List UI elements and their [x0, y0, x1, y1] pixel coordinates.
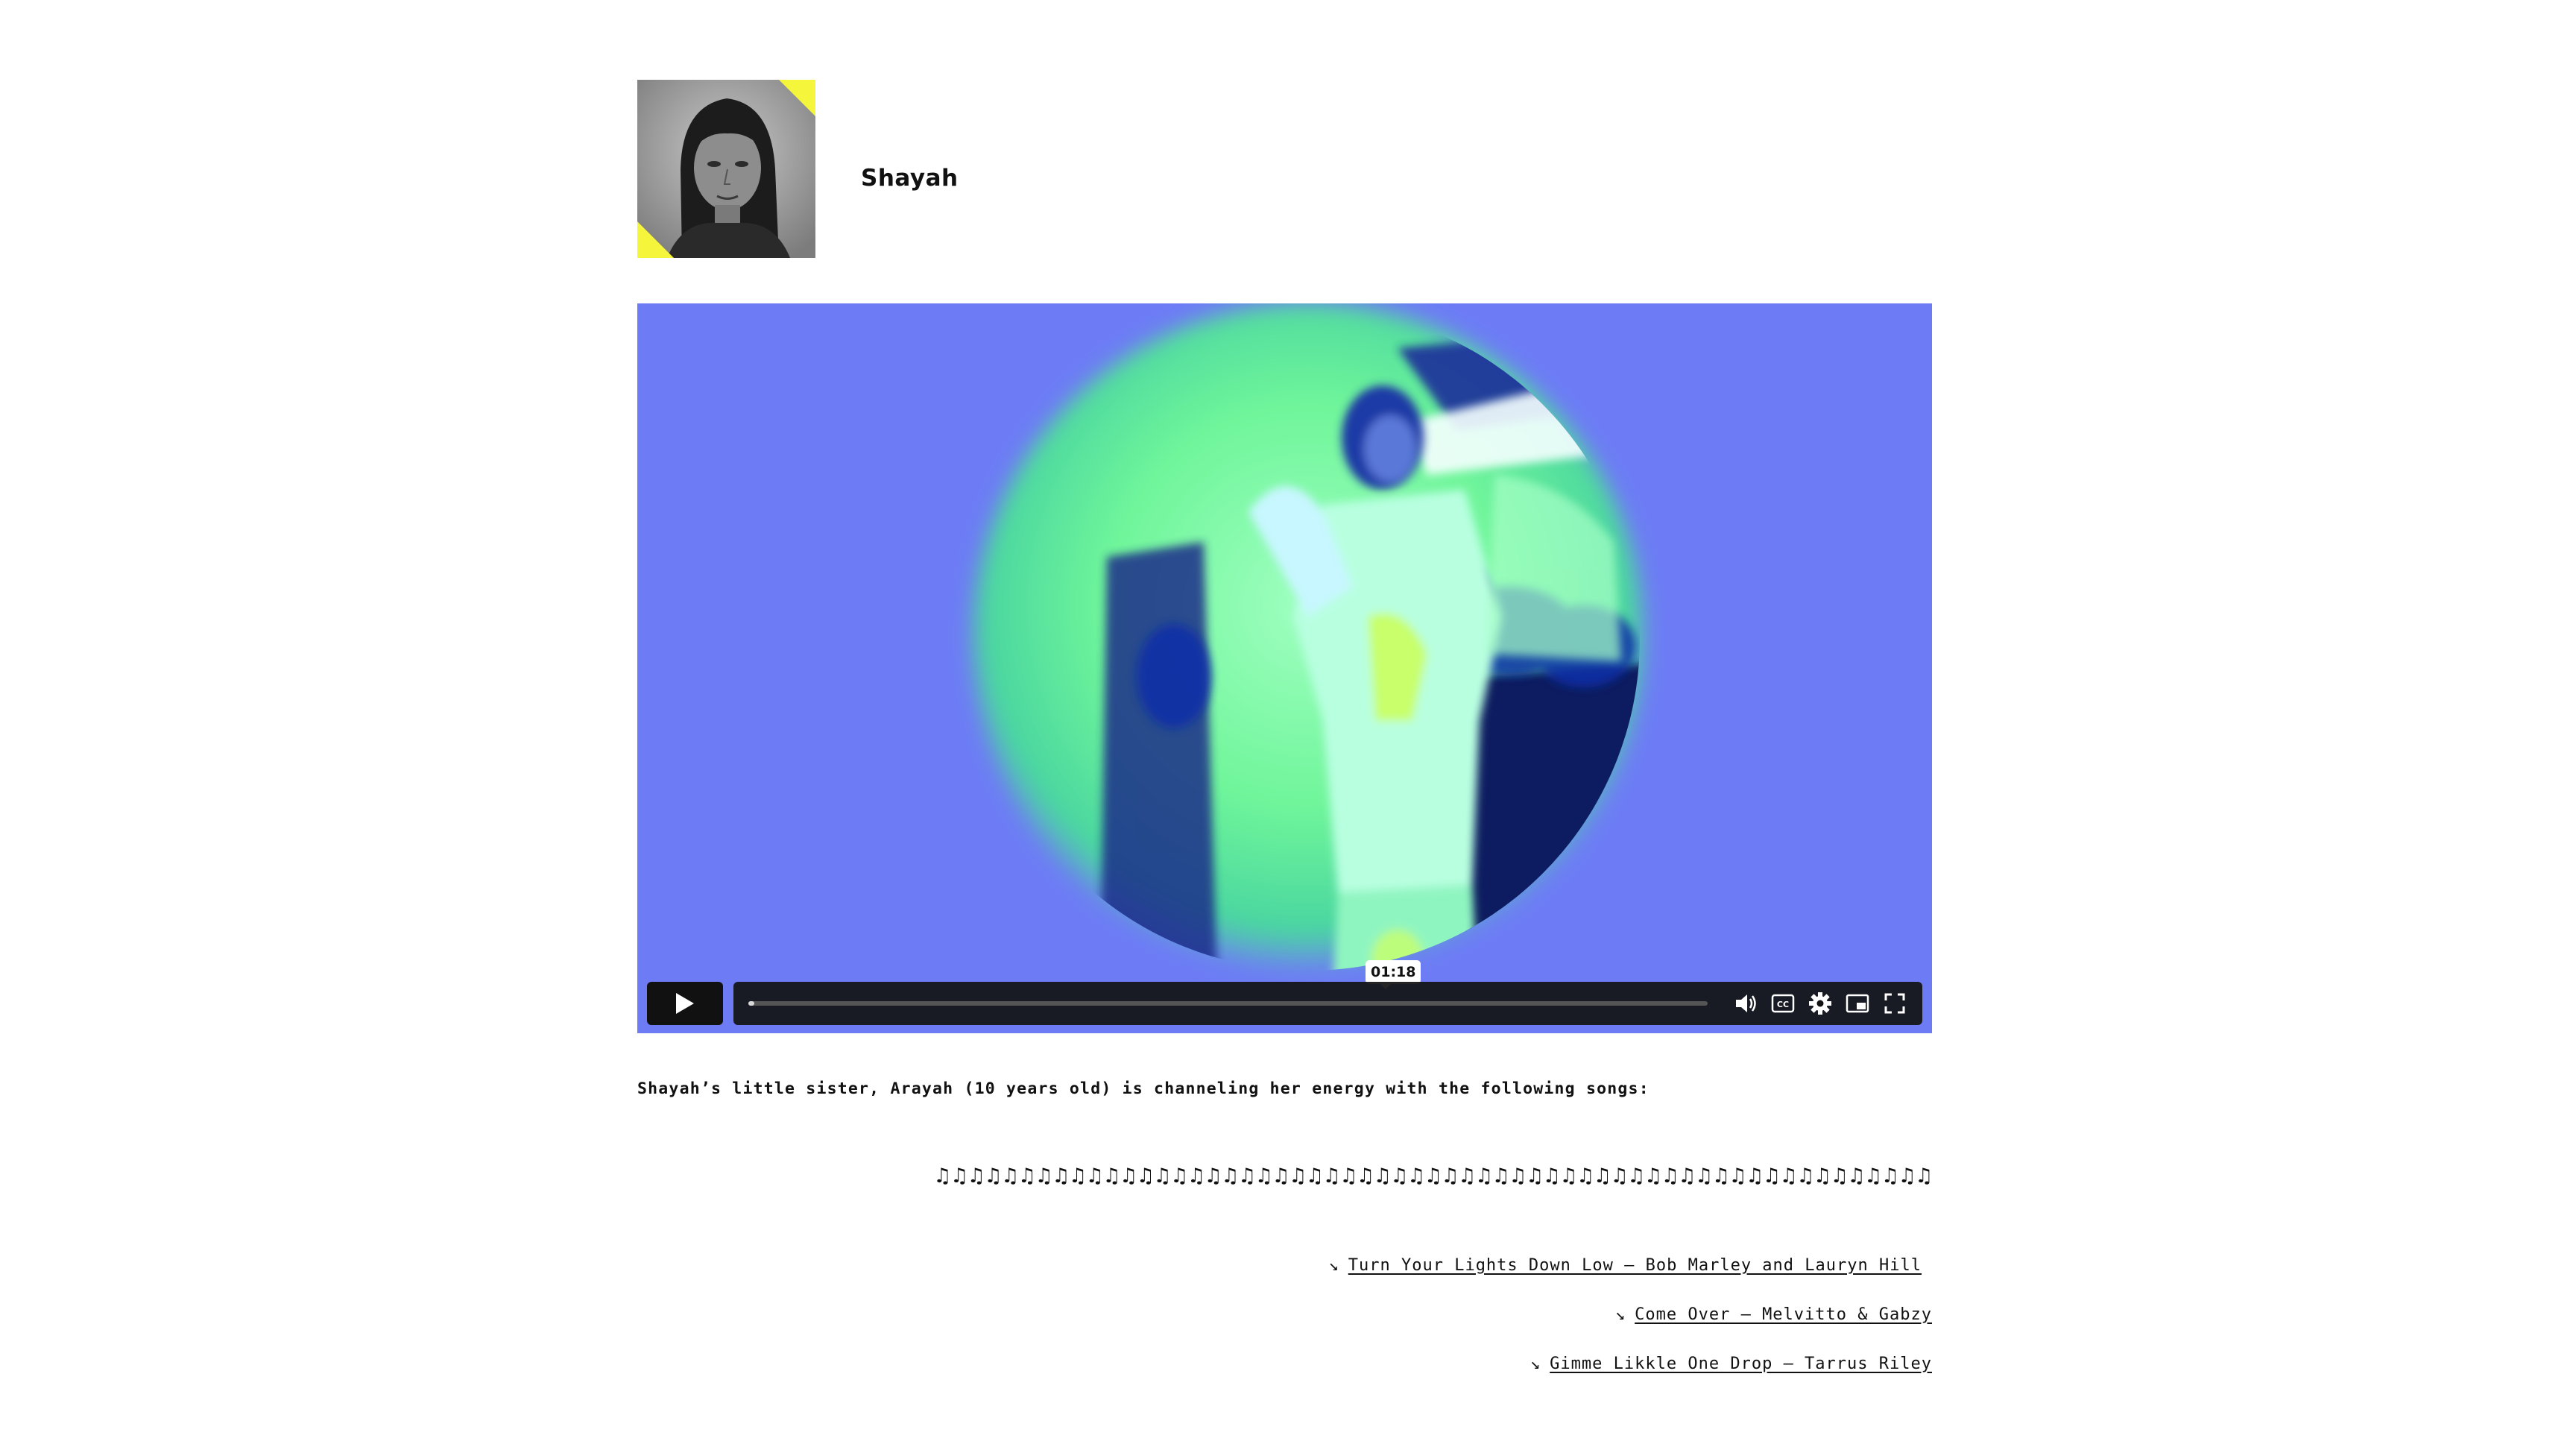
video-frame: [637, 303, 1932, 1033]
control-bar: CC: [733, 982, 1922, 1025]
description-text: Shayah’s little sister, Arayah (10 years…: [637, 1079, 1650, 1098]
avatar-portrait: [637, 79, 815, 258]
captions-icon: CC: [1771, 994, 1795, 1013]
progress-bar[interactable]: [748, 1001, 1708, 1006]
video-player[interactable]: 01:18 CC: [637, 303, 1932, 1033]
progress-fill: [748, 1001, 754, 1006]
settings-icon: [1809, 992, 1831, 1015]
song-list: ↘ Turn Your Lights Down Low – Bob Marley…: [1329, 1240, 1933, 1388]
captions-button[interactable]: CC: [1764, 985, 1802, 1022]
song-link[interactable]: Gimme Likkle One Drop – Tarrus Riley: [1550, 1355, 1932, 1373]
music-notes: ♫♫♫♫♫♫♫♫♫♫♫♫♫♫♫♫♫♫♫♫♫♫♫♫♫♫♫♫♫♫♫♫♫♫♫♫♫♫♫♫…: [933, 1164, 1933, 1188]
play-button[interactable]: [647, 982, 723, 1025]
page: Shayah 01:18 CC Shayah’s little sister, …: [0, 0, 2576, 1447]
song-item: ↘ Come Over – Melvitto & Gabzy: [1329, 1290, 1933, 1339]
video-controls: CC: [647, 982, 1922, 1025]
fullscreen-button[interactable]: [1876, 985, 1913, 1022]
play-icon: [676, 993, 694, 1014]
song-link[interactable]: Come Over – Melvitto & Gabzy: [1635, 1305, 1932, 1324]
avatar: [637, 79, 815, 258]
time-tooltip: 01:18: [1366, 960, 1421, 989]
volume-button[interactable]: [1727, 985, 1764, 1022]
settings-button[interactable]: [1802, 985, 1839, 1022]
profile-name: Shayah: [861, 165, 959, 192]
volume-icon: [1736, 994, 1756, 1012]
song-item: ↘ Turn Your Lights Down Low – Bob Marley…: [1329, 1240, 1933, 1290]
song-item: ↘ Gimme Likkle One Drop – Tarrus Riley: [1329, 1339, 1933, 1388]
arrow-down-right-icon: ↘: [1530, 1354, 1541, 1373]
fullscreen-icon: [1884, 993, 1905, 1014]
song-link[interactable]: Turn Your Lights Down Low – Bob Marley a…: [1348, 1256, 1922, 1275]
svg-text:CC: CC: [1777, 1000, 1789, 1009]
arrow-down-right-icon: ↘: [1614, 1305, 1626, 1324]
pip-icon: [1846, 994, 1869, 1013]
profile-header: Shayah: [637, 79, 959, 258]
pip-button[interactable]: [1839, 985, 1876, 1022]
arrow-down-right-icon: ↘: [1328, 1255, 1339, 1275]
